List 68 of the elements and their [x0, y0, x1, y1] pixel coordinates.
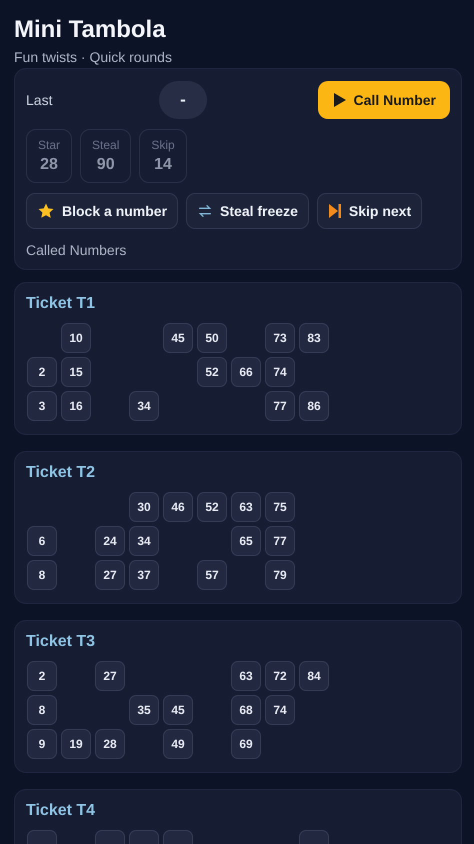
app-subtitle: Fun twists · Quick rounds [14, 48, 173, 66]
number-cell[interactable]: 15 [61, 357, 91, 387]
number-cell[interactable]: 52 [197, 357, 227, 387]
number-cell[interactable]: 63 [231, 661, 261, 691]
ticket-title: Ticket T4 [26, 801, 96, 821]
stat-value: 90 [96, 155, 115, 175]
number-cell[interactable]: 46 [163, 492, 193, 522]
last-label: Last [26, 92, 54, 108]
ticket-title: Ticket T3 [26, 632, 96, 652]
number-cell[interactable]: 57 [197, 560, 227, 590]
number-cell[interactable]: 50 [197, 323, 227, 353]
number-cell[interactable]: 72 [265, 661, 295, 691]
number-cell[interactable]: 8 [27, 695, 57, 725]
ticket-title: Ticket T1 [26, 294, 96, 314]
call-number-button[interactable]: Call Number [318, 81, 450, 119]
number-cell[interactable]: 77 [265, 391, 295, 421]
number-cell[interactable]: 63 [231, 492, 261, 522]
number-cell[interactable]: 69 [231, 729, 261, 759]
number-cell[interactable]: 75 [265, 492, 295, 522]
stat-value: 28 [40, 155, 58, 175]
number-cell[interactable]: 52 [197, 492, 227, 522]
number-cell[interactable]: 10 [61, 323, 91, 353]
number-cell[interactable]: 35 [129, 695, 159, 725]
power-up-button[interactable]: Steal freeze [186, 193, 309, 229]
number-cell[interactable]: 74 [265, 357, 295, 387]
number-cell[interactable]: 84 [299, 661, 329, 691]
number-cell[interactable]: 2 [27, 661, 57, 691]
number-cell[interactable]: 65 [231, 526, 261, 556]
number-cell[interactable]: 16 [61, 391, 91, 421]
number-cell[interactable]: 73 [265, 323, 295, 353]
swap-arrows-icon [197, 203, 214, 219]
stat-value: 14 [154, 155, 172, 175]
skip-icon [328, 203, 342, 219]
power-up-button[interactable]: Block a number [26, 193, 178, 229]
number-cell[interactable]: 79 [265, 560, 295, 590]
star-icon [37, 202, 55, 220]
number-cell[interactable]: 30 [129, 492, 159, 522]
play-icon [334, 93, 346, 107]
number-cell[interactable]: 83 [299, 323, 329, 353]
number-cell[interactable]: 2 [27, 357, 57, 387]
last-number: - [159, 81, 207, 119]
number-cell[interactable]: 74 [265, 695, 295, 725]
number-cell[interactable]: 86 [299, 391, 329, 421]
number-cell[interactable]: 77 [265, 526, 295, 556]
number-cell[interactable]: 28 [95, 729, 125, 759]
ticket-title: Ticket T2 [26, 463, 96, 483]
number-cell[interactable]: 6 [27, 526, 57, 556]
stat-label: Steal [92, 138, 120, 153]
number-cell[interactable]: 19 [61, 729, 91, 759]
number-cell[interactable]: 27 [95, 560, 125, 590]
app-title: Mini Tambola [14, 16, 167, 44]
number-cell[interactable]: 66 [231, 357, 261, 387]
number-cell[interactable]: 45 [163, 323, 193, 353]
number-cell[interactable]: 37 [129, 560, 159, 590]
number-cell[interactable]: 34 [129, 391, 159, 421]
number-cell[interactable]: 68 [231, 695, 261, 725]
number-cell[interactable]: 9 [27, 729, 57, 759]
power-up-button[interactable]: Skip next [316, 193, 422, 229]
number-cell[interactable]: 45 [163, 695, 193, 725]
stat-label: Star [38, 138, 60, 153]
number-cell[interactable]: 34 [129, 526, 159, 556]
number-cell[interactable]: 24 [95, 526, 125, 556]
number-cell[interactable]: 3 [27, 391, 57, 421]
number-cell[interactable]: 27 [95, 661, 125, 691]
number-cell[interactable]: 8 [27, 560, 57, 590]
number-cell[interactable]: 49 [163, 729, 193, 759]
stat-label: Skip [151, 138, 175, 153]
called-numbers-label: Called Numbers [26, 241, 128, 259]
